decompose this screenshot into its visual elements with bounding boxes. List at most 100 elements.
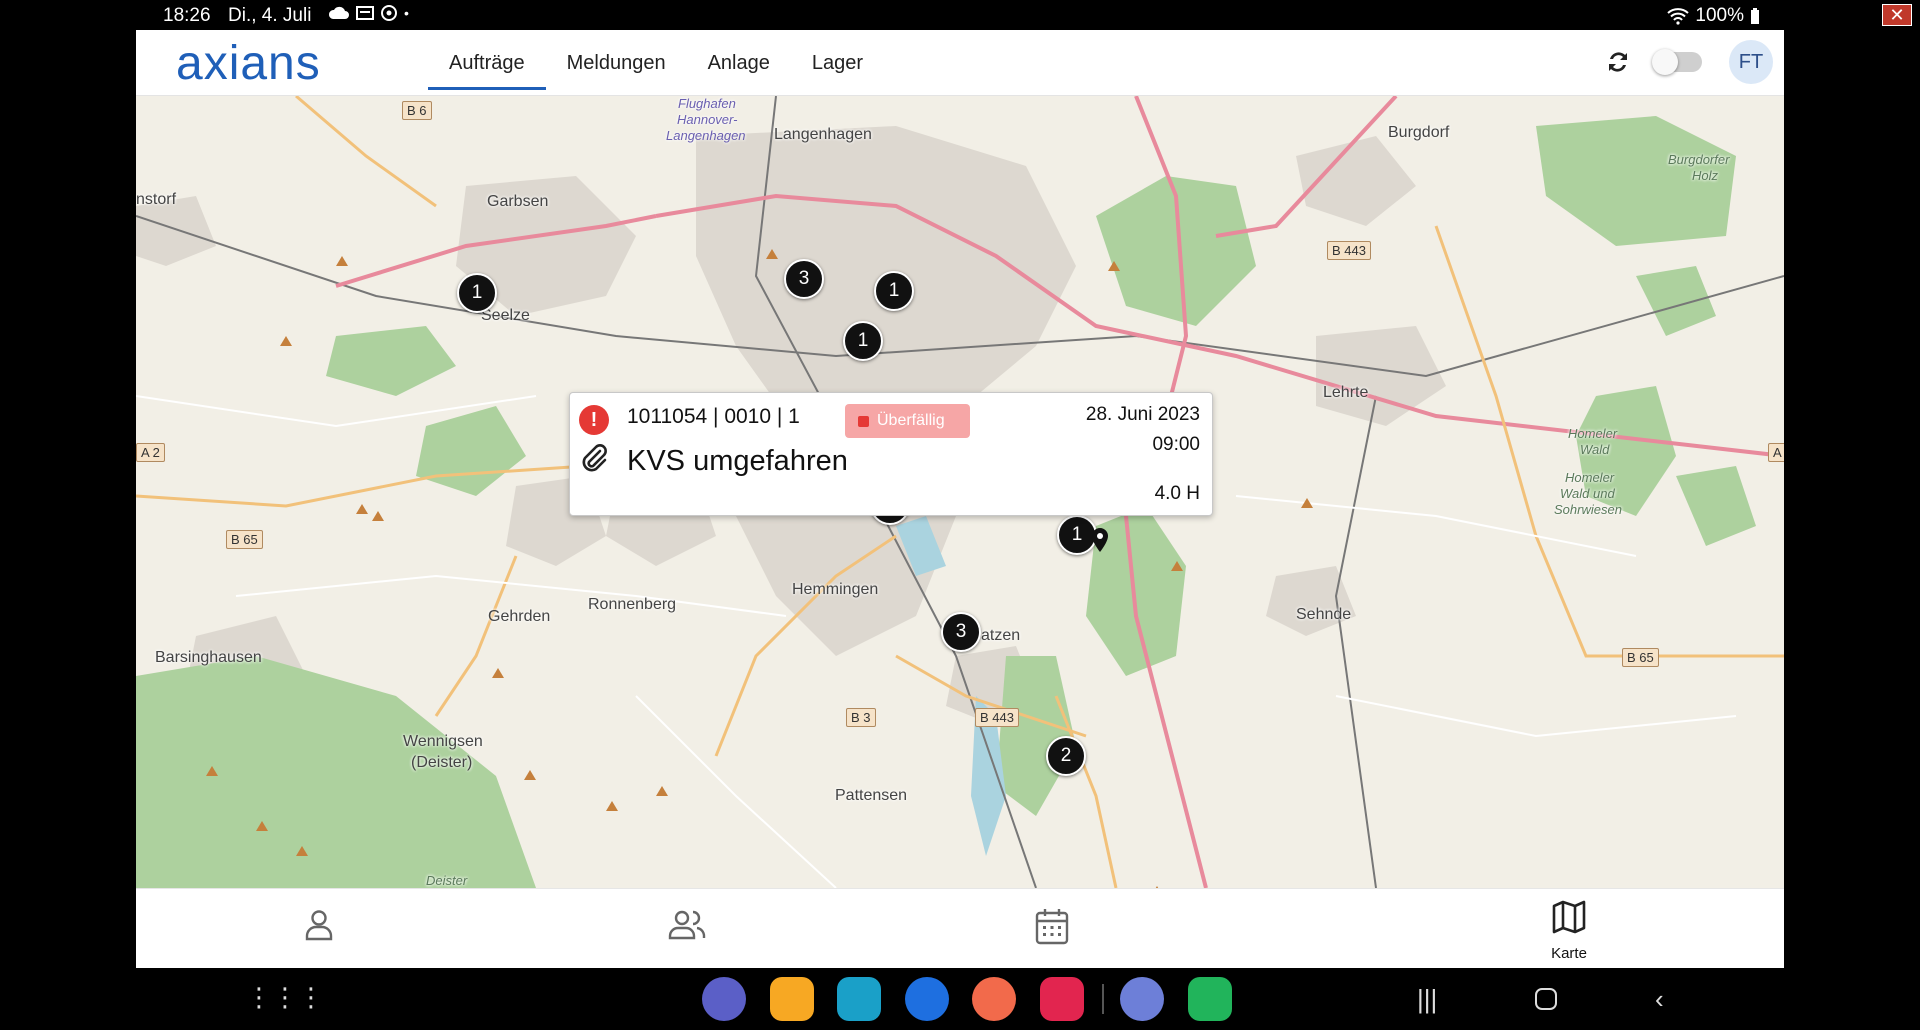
app-icon-contacts[interactable] [972, 977, 1016, 1021]
map-marker[interactable]: 3 [941, 612, 981, 652]
map-marker[interactable]: 1 [843, 321, 883, 361]
place-burgdorf: Burgdorf [1388, 124, 1450, 141]
app-icon-camera[interactable] [1040, 977, 1084, 1021]
map-marker[interactable]: 2 [1046, 736, 1086, 776]
sync-status-icon [381, 5, 397, 21]
place-lehrte: Lehrte [1323, 384, 1369, 401]
map-icon [1552, 900, 1586, 934]
attachment-icon[interactable] [580, 443, 608, 475]
place-seelze: Seelze [481, 307, 530, 324]
order-date: 28. Juni 2023 [1085, 404, 1200, 425]
mode-toggle[interactable] [1652, 49, 1702, 75]
avatar[interactable]: FT [1729, 40, 1773, 84]
sync-icon[interactable] [1604, 48, 1632, 76]
order-identifier: 1011054 | 0010 | 1 [627, 405, 800, 428]
cloud-icon [328, 6, 349, 19]
place-wennigsen: Wennigsen [403, 733, 483, 750]
close-icon[interactable]: ✕ [1882, 4, 1912, 26]
place-barsinghausen: Barsinghausen [155, 649, 262, 666]
nav-team-orders[interactable] [625, 889, 745, 968]
place-laatzen: atzen [981, 627, 1021, 644]
alert-icon: ! [579, 405, 609, 435]
map-view[interactable]: Langenhagen Burgdorf Garbsen Seelze Lehr… [136, 96, 1784, 888]
back-icon[interactable]: ‹ [1655, 984, 1664, 1015]
place-gehrden: Gehrden [488, 608, 551, 625]
place-garbsen: Garbsen [487, 193, 549, 210]
road-b443-south: B 443 [975, 708, 1019, 727]
app-icon-phone[interactable] [1188, 977, 1232, 1021]
status-badge: Überfällig [845, 404, 970, 438]
tab-lager[interactable]: Lager [791, 30, 884, 96]
order-title: KVS umgefahren [627, 445, 848, 477]
group-icon [668, 910, 706, 940]
road-a-east: A [1768, 443, 1784, 462]
person-icon [305, 910, 333, 941]
battery-icon [1751, 8, 1759, 24]
home-icon[interactable] [1535, 988, 1557, 1010]
tab-auftraege[interactable]: Aufträge [428, 30, 546, 96]
app-icon-files[interactable] [770, 977, 814, 1021]
tab-meldungen[interactable]: Meldungen [546, 30, 687, 96]
location-pin-icon[interactable] [1091, 528, 1109, 552]
place-homeler-4: Wald und [1560, 486, 1615, 501]
taskbar-divider [1102, 984, 1104, 1014]
order-duration: 4.0 H [1154, 483, 1200, 504]
order-popup[interactable]: ! 1011054 | 0010 | 1 Überfällig KVS umge… [569, 392, 1213, 516]
message-icon [356, 6, 374, 20]
status-time: 18:26 [163, 5, 211, 26]
place-flughafen-3: Langenhagen [666, 128, 746, 143]
road-a2: A 2 [136, 443, 165, 462]
app-icon-messages[interactable] [905, 977, 949, 1021]
app-logo: axians [176, 37, 321, 90]
place-langenhagen: Langenhagen [774, 126, 872, 143]
app-icon-internet[interactable] [702, 977, 746, 1021]
order-time: 09:00 [1152, 434, 1200, 455]
system-nav-bar: ⋮⋮⋮ ||| ‹ [0, 968, 1920, 1030]
place-flughafen-1: Flughafen [678, 96, 736, 111]
place-homeler-3: Homeler [1565, 470, 1615, 485]
main-tabs: Aufträge Meldungen Anlage Lager [428, 30, 884, 96]
place-homeler-2: Wald [1580, 442, 1610, 457]
place-burgdorfer-1: Burgdorfer [1668, 152, 1730, 167]
recent-apps-icon[interactable]: ||| [1417, 984, 1437, 1015]
top-bar: axians Aufträge Meldungen Anlage Lager F… [136, 30, 1784, 96]
place-hemmingen: Hemmingen [792, 581, 879, 598]
toggle-knob [1652, 49, 1678, 75]
app-window: axians Aufträge Meldungen Anlage Lager F… [136, 30, 1784, 968]
place-flughafen-2: Hannover- [677, 112, 738, 127]
app-icon-calendar[interactable] [837, 977, 881, 1021]
tab-anlage[interactable]: Anlage [687, 30, 791, 96]
place-sehnde: Sehnde [1296, 606, 1352, 623]
road-b443-north: B 443 [1327, 241, 1371, 260]
map-marker[interactable]: 1 [457, 273, 497, 313]
nav-calendar[interactable] [992, 889, 1112, 968]
apps-grid-icon[interactable]: ⋮⋮⋮ [246, 982, 324, 1013]
notification-icons: • [328, 4, 409, 22]
battery-level: 100% [1695, 5, 1744, 26]
bottom-nav: Karte [136, 888, 1784, 968]
nav-my-orders[interactable] [259, 889, 379, 968]
map-marker[interactable]: 1 [874, 271, 914, 311]
road-b3: B 3 [846, 708, 876, 727]
wifi-icon [1667, 8, 1690, 25]
dot-icon: • [404, 5, 409, 21]
place-homeler-1: Homeler [1568, 426, 1618, 441]
place-deister-paren: (Deister) [411, 754, 473, 771]
app-icon-galaxy[interactable] [1120, 977, 1164, 1021]
road-b65-west: B 65 [226, 530, 263, 549]
place-nstorf: nstorf [136, 191, 177, 208]
nav-map[interactable]: Karte [1509, 889, 1629, 968]
map-marker[interactable]: 3 [784, 259, 824, 299]
road-b65-east: B 65 [1622, 648, 1659, 667]
nav-label-karte: Karte [1551, 945, 1587, 962]
place-deister: Deister [426, 873, 468, 888]
status-right: 100% [1667, 5, 1760, 27]
place-ronnenberg: Ronnenberg [588, 596, 677, 613]
place-burgdorfer-2: Holz [1692, 168, 1719, 183]
place-homeler-5: Sohrwiesen [1554, 502, 1622, 517]
status-bar: 18:26 Di., 4. Juli • 100% ✕ [0, 0, 1920, 30]
status-date: Di., 4. Juli [228, 5, 312, 26]
road-b6: B 6 [402, 101, 432, 120]
place-pattensen: Pattensen [835, 787, 908, 804]
calendar-icon [1035, 909, 1069, 945]
